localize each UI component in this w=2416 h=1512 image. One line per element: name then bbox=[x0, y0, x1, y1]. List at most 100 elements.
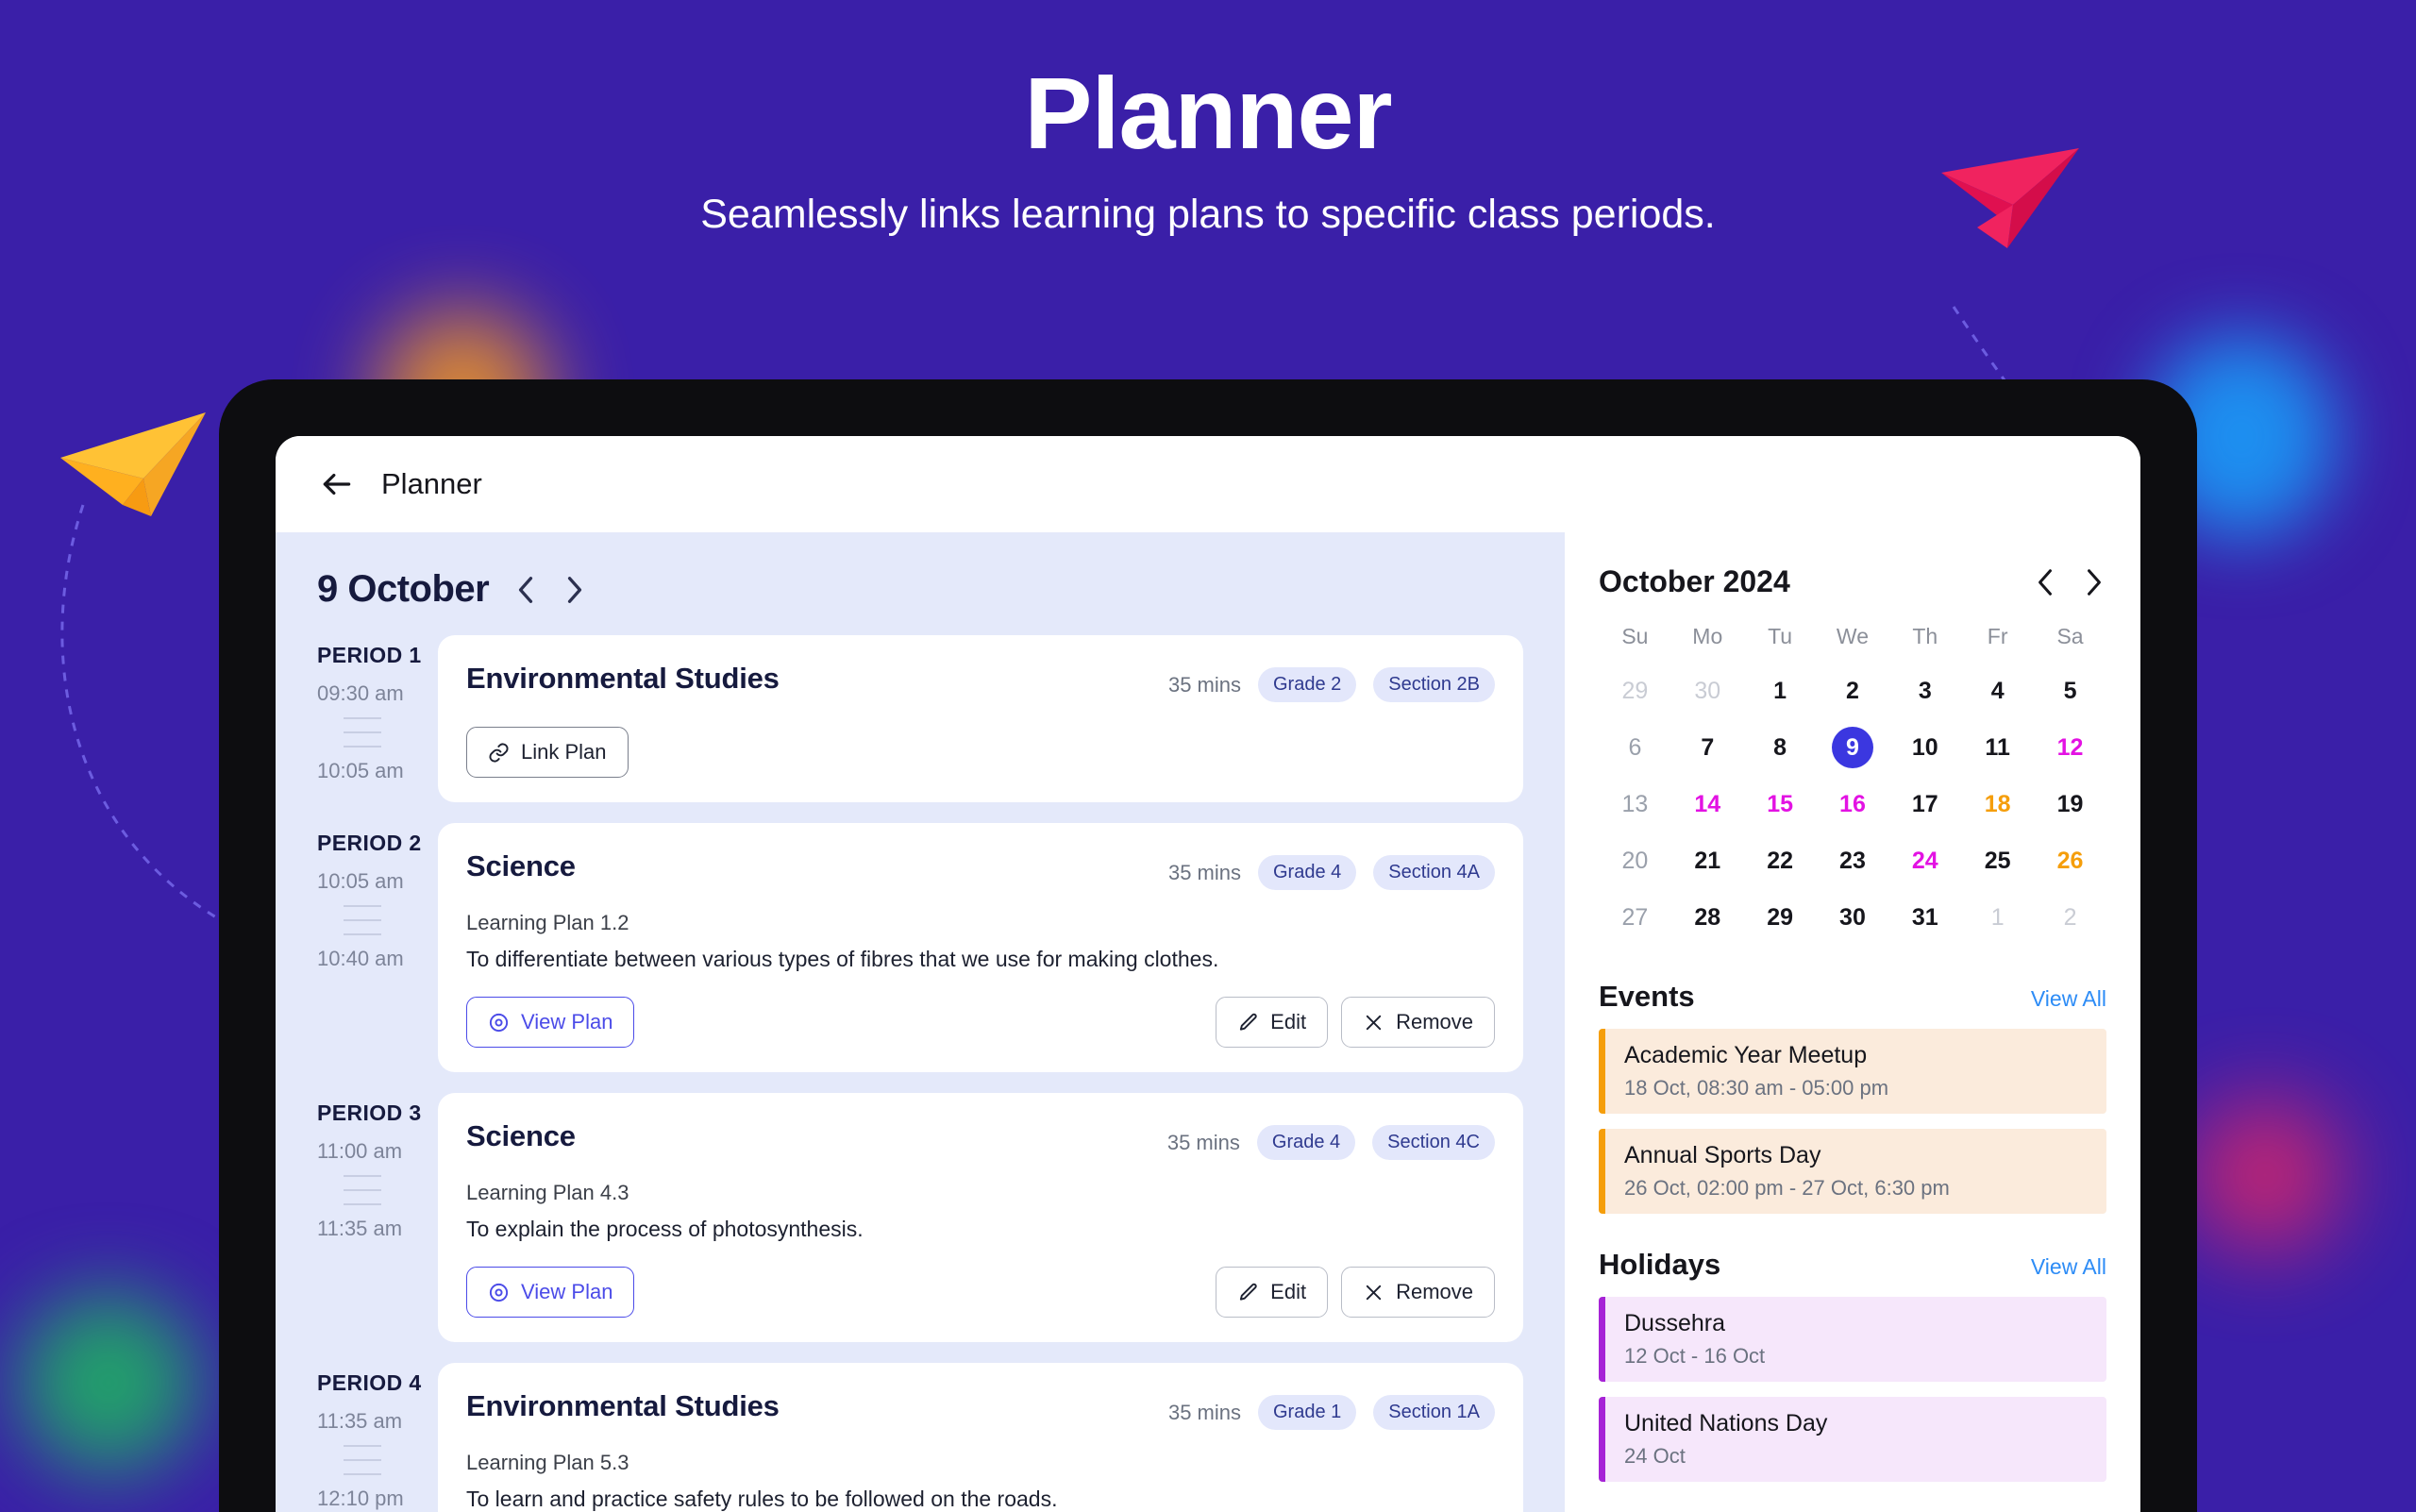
hero-section: Planner Seamlessly links learning plans … bbox=[0, 0, 2416, 238]
calendar-day[interactable]: 30 bbox=[1832, 897, 1873, 938]
plan-description: To learn and practice safety rules to be… bbox=[466, 1487, 1058, 1511]
remove-button[interactable]: Remove bbox=[1341, 997, 1495, 1048]
calendar-day[interactable]: 8 bbox=[1759, 727, 1801, 768]
link-plan-button[interactable]: Link Plan bbox=[466, 727, 629, 778]
card-meta: 35 mins Grade 4 Section 4A bbox=[1168, 849, 1495, 890]
calendar-day[interactable]: 5 bbox=[2050, 670, 2091, 712]
calendar-nav bbox=[2033, 568, 2106, 596]
period-row: PERIOD 2 10:05 am 10:40 am Science 35 mi… bbox=[276, 823, 1565, 1093]
remove-button[interactable]: Remove bbox=[1341, 1267, 1495, 1318]
calendar-day[interactable]: 16 bbox=[1832, 783, 1873, 825]
card-header: Science 35 mins Grade 4 Section 4C bbox=[466, 1119, 1495, 1160]
event-item[interactable]: Academic Year Meetup 18 Oct, 08:30 am - … bbox=[1599, 1029, 2106, 1114]
event-name: Annual Sports Day bbox=[1624, 1142, 1821, 1168]
calendar-day[interactable]: 2 bbox=[1832, 670, 1873, 712]
remove-label: Remove bbox=[1396, 1280, 1473, 1303]
calendar-day[interactable]: 12 bbox=[2050, 727, 2091, 768]
calendar-cell: 21 bbox=[1671, 832, 1744, 889]
calendar-week-row: 27 28 29 30 31 1 2 bbox=[1599, 889, 2106, 946]
period-start-time: 10:05 am bbox=[317, 869, 404, 893]
calendar-day[interactable]: 26 bbox=[2050, 840, 2091, 882]
calendar-cell: 8 bbox=[1744, 719, 1817, 776]
plan-label: Learning Plan 5.3 bbox=[466, 1451, 629, 1474]
card-actions: View Plan Edit Remove bbox=[466, 997, 1495, 1048]
subject-title: Science bbox=[466, 1119, 576, 1152]
calendar-day[interactable]: 1 bbox=[1759, 670, 1801, 712]
calendar-day[interactable]: 20 bbox=[1614, 840, 1655, 882]
section-badge: Section 4A bbox=[1373, 855, 1495, 890]
calendar-weekday: Su bbox=[1621, 624, 1649, 648]
calendar-day[interactable]: 28 bbox=[1686, 897, 1728, 938]
calendar-day[interactable]: 7 bbox=[1686, 727, 1728, 768]
view-plan-button[interactable]: View Plan bbox=[466, 1267, 635, 1318]
calendar-next-month-button[interactable] bbox=[2082, 568, 2106, 596]
calendar-day[interactable]: 25 bbox=[1977, 840, 2019, 882]
calendar-day[interactable]: 19 bbox=[2050, 783, 2091, 825]
prev-day-button[interactable] bbox=[513, 576, 538, 604]
calendar-prev-month-button[interactable] bbox=[2033, 568, 2057, 596]
calendar-day[interactable]: 24 bbox=[1904, 840, 1946, 882]
calendar-day[interactable]: 14 bbox=[1686, 783, 1728, 825]
arrow-left-icon[interactable] bbox=[319, 466, 355, 502]
calendar-day[interactable]: 23 bbox=[1832, 840, 1873, 882]
calendar-cell: 12 bbox=[2034, 719, 2106, 776]
period-gutter: PERIOD 3 11:00 am 11:35 am bbox=[276, 1093, 438, 1363]
edit-button[interactable]: Edit bbox=[1216, 1267, 1329, 1318]
calendar-cell: 22 bbox=[1744, 832, 1817, 889]
calendar-cell: 6 bbox=[1599, 719, 1671, 776]
calendar-day[interactable]: 22 bbox=[1759, 840, 1801, 882]
period-card[interactable]: Science 35 mins Grade 4 Section 4C Learn… bbox=[438, 1093, 1523, 1342]
app-body: 9 October PERIOD 1 09:30 am 10:05 am Env… bbox=[276, 532, 2140, 1512]
events-view-all-link[interactable]: View All bbox=[2031, 986, 2106, 1012]
calendar-day[interactable]: 13 bbox=[1614, 783, 1655, 825]
calendar-day[interactable]: 3 bbox=[1904, 670, 1946, 712]
calendar-cell: 30 bbox=[1817, 889, 1889, 946]
holidays-view-all-link[interactable]: View All bbox=[2031, 1254, 2106, 1280]
calendar-day[interactable]: 2 bbox=[2050, 897, 2091, 938]
calendar-day[interactable]: 30 bbox=[1686, 670, 1728, 712]
eye-icon bbox=[489, 1013, 509, 1032]
calendar-day[interactable]: 18 bbox=[1977, 783, 2019, 825]
calendar-cell: 26 bbox=[2034, 832, 2106, 889]
calendar-day[interactable]: 10 bbox=[1904, 727, 1946, 768]
calendar-weekday: Th bbox=[1912, 624, 1938, 648]
calendar-day[interactable]: 6 bbox=[1614, 727, 1655, 768]
calendar-cell: 2 bbox=[2034, 889, 2106, 946]
card-actions-right: Edit Remove bbox=[1216, 1267, 1495, 1318]
app-bar: Planner bbox=[276, 436, 2140, 532]
period-card[interactable]: Science 35 mins Grade 4 Section 4A Learn… bbox=[438, 823, 1523, 1072]
calendar-day[interactable]: 31 bbox=[1904, 897, 1946, 938]
holiday-item[interactable]: Dussehra 12 Oct - 16 Oct bbox=[1599, 1297, 2106, 1382]
subject-title: Environmental Studies bbox=[466, 662, 780, 695]
view-plan-label: View Plan bbox=[521, 1280, 613, 1303]
close-icon bbox=[1366, 1285, 1382, 1300]
calendar-day[interactable]: 17 bbox=[1904, 783, 1946, 825]
calendar-month-title: October 2024 bbox=[1599, 564, 1790, 598]
holiday-item[interactable]: United Nations Day 24 Oct bbox=[1599, 1397, 2106, 1482]
grade-badge: Grade 1 bbox=[1258, 1395, 1357, 1430]
plan-label: Learning Plan 1.2 bbox=[466, 911, 629, 934]
calendar-cell: 10 bbox=[1888, 719, 1961, 776]
card-meta: 35 mins Grade 1 Section 1A bbox=[1168, 1389, 1495, 1430]
calendar-day[interactable]: 1 bbox=[1977, 897, 2019, 938]
calendar-day[interactable]: 11 bbox=[1977, 727, 2019, 768]
calendar-day[interactable]: 9 bbox=[1831, 727, 1873, 768]
period-start-time: 11:00 am bbox=[317, 1139, 403, 1163]
calendar-cell: 29 bbox=[1599, 663, 1671, 719]
calendar-day[interactable]: 29 bbox=[1614, 670, 1655, 712]
next-day-button[interactable] bbox=[562, 576, 587, 604]
calendar-day[interactable]: 15 bbox=[1759, 783, 1801, 825]
period-gutter: PERIOD 2 10:05 am 10:40 am bbox=[276, 823, 438, 1093]
calendar-day[interactable]: 27 bbox=[1614, 897, 1655, 938]
duration-label: 35 mins bbox=[1166, 1130, 1240, 1154]
period-card[interactable]: Environmental Studies 35 mins Grade 2 Se… bbox=[438, 635, 1523, 802]
calendar-day[interactable]: 29 bbox=[1759, 897, 1801, 938]
plan-description: To differentiate between various types o… bbox=[466, 947, 1219, 971]
period-card[interactable]: Environmental Studies 35 mins Grade 1 Se… bbox=[438, 1363, 1523, 1512]
calendar-day[interactable]: 21 bbox=[1686, 840, 1728, 882]
view-plan-button[interactable]: View Plan bbox=[466, 997, 635, 1048]
event-item[interactable]: Annual Sports Day 26 Oct, 02:00 pm - 27 … bbox=[1599, 1129, 2106, 1214]
edit-button[interactable]: Edit bbox=[1216, 997, 1329, 1048]
view-plan-label: View Plan bbox=[521, 1010, 613, 1033]
calendar-day[interactable]: 4 bbox=[1977, 670, 2019, 712]
